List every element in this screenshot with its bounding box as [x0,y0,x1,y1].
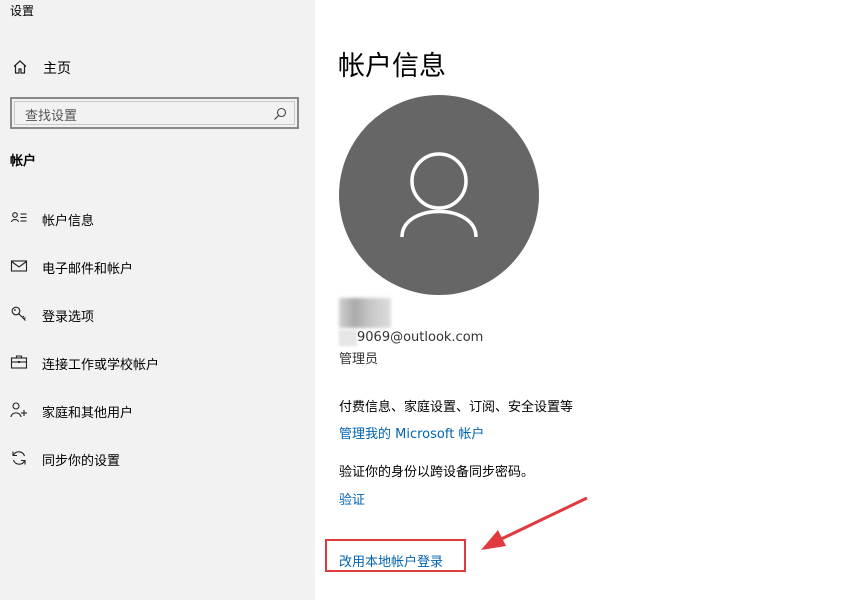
page-title: 帐户信息 [338,51,446,82]
user-silhouette-icon [400,152,478,238]
sidebar-item-label: 主页 [43,61,71,77]
sidebar-item-sign-in-options[interactable]: 登录选项 [0,299,315,347]
sidebar-item-home[interactable]: 主页 [0,52,315,82]
redacted-user-name [339,298,391,328]
manage-microsoft-account-link[interactable]: 管理我的 Microsoft 帐户 [339,423,484,442]
sidebar-item-account-info[interactable]: 帐户信息 [0,203,315,251]
sidebar-nav: 帐户信息 电子邮件和帐户 登录选项 连接工作或学校帐户 家庭和其他用户 同步你的… [0,203,315,491]
billing-description: 付费信息、家庭设置、订阅、安全设置等 [339,400,574,415]
account-role: 管理员 [339,352,379,367]
main-content: 帐户信息 9069@outlook.com 管理员 付费信息、家庭设置、订阅、安… [315,0,867,600]
search-input[interactable] [23,105,267,127]
sidebar: 设置 主页 帐户 [0,0,315,600]
search-inner [14,101,295,127]
section-title: 帐户 [10,154,37,169]
sidebar-item-family-users[interactable]: 家庭和其他用户 [0,395,315,443]
sync-icon [10,449,28,467]
home-icon [11,58,29,76]
window-title: 设置 [10,4,35,18]
sidebar-item-label: 登录选项 [42,310,95,325]
key-icon [10,305,28,323]
sidebar-item-label: 家庭和其他用户 [42,406,134,421]
sidebar-item-sync-settings[interactable]: 同步你的设置 [0,443,315,491]
account-email: 9069@outlook.com [357,330,484,345]
search-box[interactable] [10,97,299,129]
local-account-sign-in-link[interactable]: 改用本地帐户登录 [339,551,443,570]
verify-link[interactable]: 验证 [339,489,365,508]
avatar [339,95,539,295]
sidebar-item-label: 电子邮件和帐户 [42,262,134,277]
sidebar-item-email-accounts[interactable]: 电子邮件和帐户 [0,251,315,299]
annotation-arrow-icon [481,496,588,550]
sidebar-item-work-school[interactable]: 连接工作或学校帐户 [0,347,315,395]
settings-window: 设置 主页 帐户 [0,0,867,600]
mail-icon [10,257,28,275]
briefcase-icon [10,353,28,371]
redacted-email-prefix [339,330,357,346]
account-info-icon [10,209,28,227]
sidebar-item-label: 帐户信息 [42,214,95,229]
sidebar-item-label: 连接工作或学校帐户 [42,358,160,373]
sidebar-item-label: 同步你的设置 [42,454,121,469]
add-person-icon [10,401,28,419]
search-icon[interactable] [272,106,288,122]
verify-description: 验证你的身份以跨设备同步密码。 [339,465,535,480]
